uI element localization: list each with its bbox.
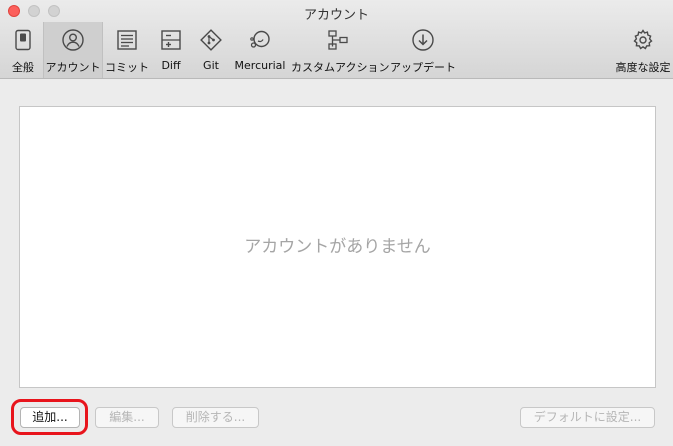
empty-accounts-message: アカウントがありません: [244, 237, 431, 257]
preferences-window: アカウント 全般 アカウント コミット Diff Git Mercurial カ…: [0, 0, 673, 446]
git-icon: [199, 28, 223, 52]
toolbar-label: カスタムアクション: [291, 61, 390, 74]
update-download-icon: [411, 28, 435, 52]
toolbar-item-accounts[interactable]: アカウント: [43, 22, 103, 78]
toolbar-item-update[interactable]: アップデート: [390, 22, 456, 78]
commit-document-icon: [115, 28, 139, 52]
title-toolbar: アカウント 全般 アカウント コミット Diff Git Mercurial カ…: [0, 0, 673, 79]
accounts-list[interactable]: アカウントがありません: [19, 106, 656, 388]
mercurial-icon: [248, 28, 272, 52]
toolbar-item-git[interactable]: Git: [192, 22, 230, 78]
toolbar-label: 高度な設定: [615, 61, 671, 74]
account-person-icon: [61, 28, 85, 52]
toolbar-label: 全般: [12, 61, 34, 74]
gear-icon: [631, 28, 655, 52]
general-switch-icon: [11, 28, 35, 52]
toolbar-item-mercurial[interactable]: Mercurial: [233, 22, 287, 78]
window-title: アカウント: [303, 8, 369, 23]
toolbar-item-commit[interactable]: コミット: [104, 22, 150, 78]
edit-account-button[interactable]: 編集...: [95, 407, 159, 428]
toolbar-item-diff[interactable]: Diff: [152, 22, 190, 78]
toolbar-label: Git: [203, 59, 219, 72]
toolbar-label: アップデート: [390, 61, 456, 74]
toolbar-item-advanced[interactable]: 高度な設定: [614, 22, 672, 78]
toolbar-label: Diff: [161, 59, 181, 72]
highlight-annotation: [11, 399, 88, 435]
set-default-button[interactable]: デフォルトに設定...: [520, 407, 655, 428]
diff-icon: [159, 28, 183, 52]
toolbar-item-general[interactable]: 全般: [2, 22, 44, 78]
toolbar-item-custom-actions[interactable]: カスタムアクション: [291, 22, 390, 78]
remove-account-button[interactable]: 削除する...: [172, 407, 259, 428]
toolbar-label: アカウント: [45, 61, 101, 74]
toolbar-label: コミット: [105, 61, 149, 74]
toolbar-label: Mercurial: [234, 59, 286, 72]
custom-action-icon: [326, 28, 350, 52]
